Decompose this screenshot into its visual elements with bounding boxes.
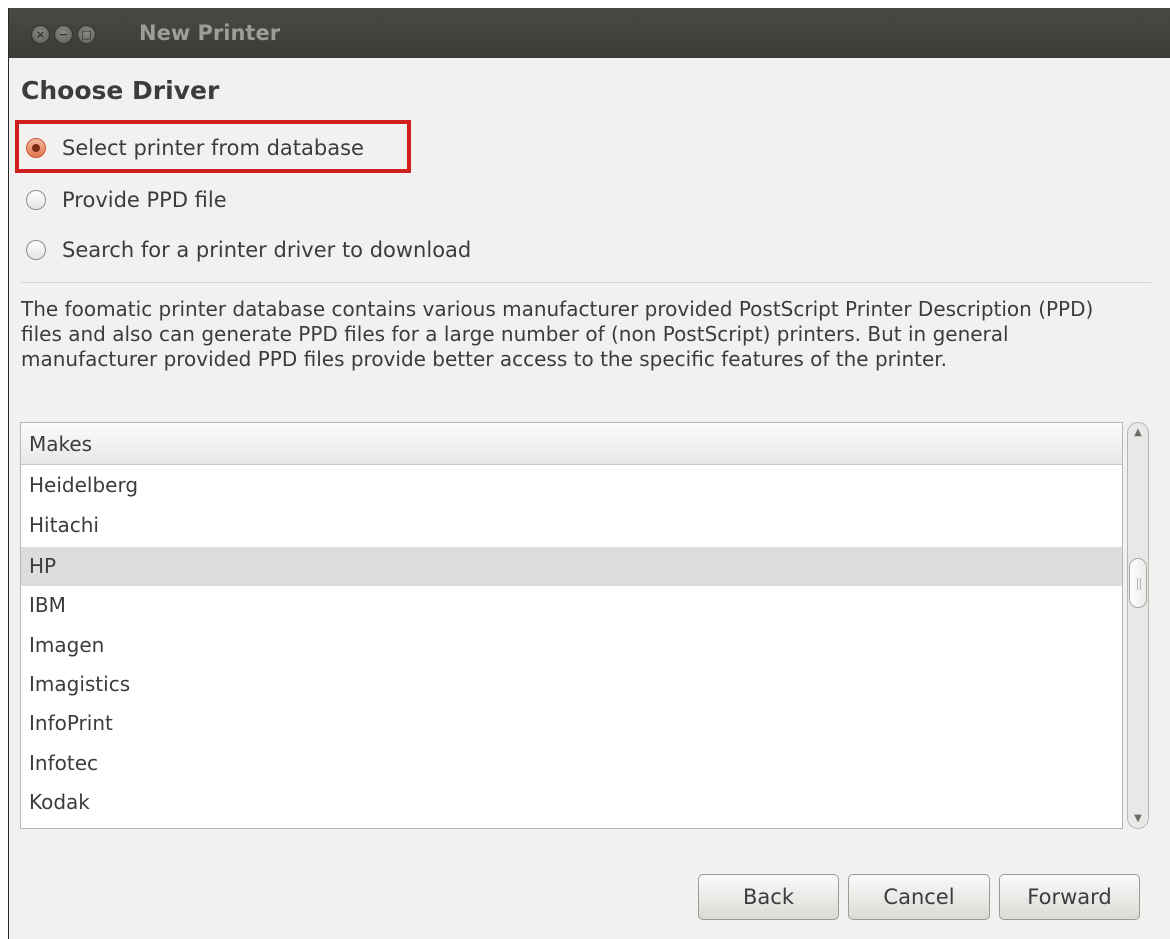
makes-column-header[interactable]: Makes xyxy=(21,423,1122,465)
list-item[interactable]: Imagistics xyxy=(21,665,1122,704)
list-item[interactable]: Infotec xyxy=(21,744,1122,783)
radio-unchecked-icon[interactable] xyxy=(26,240,46,260)
list-item[interactable]: Kodak xyxy=(21,783,1122,822)
scroll-up-arrow-icon[interactable]: ▲ xyxy=(1128,427,1148,438)
grip-icon xyxy=(1137,578,1141,590)
minimize-window-icon[interactable]: − xyxy=(54,25,73,44)
makes-list[interactable]: Makes Heidelberg Hitachi HP IBM Imagen I… xyxy=(20,422,1123,829)
radio-label: Search for a printer driver to download xyxy=(62,238,472,262)
makes-scrollbar[interactable]: ▲ ▼ xyxy=(1127,422,1149,829)
close-window-icon[interactable]: × xyxy=(31,25,50,44)
list-item-selected[interactable]: HP xyxy=(21,547,1122,586)
divider xyxy=(21,282,1151,283)
scroll-down-arrow-icon[interactable]: ▼ xyxy=(1128,813,1148,824)
radio-unchecked-icon[interactable] xyxy=(26,190,46,210)
window-title: New Printer xyxy=(139,21,281,45)
list-item[interactable]: Heidelberg xyxy=(21,466,1122,505)
list-item[interactable]: Imagen xyxy=(21,626,1122,665)
radio-label: Provide PPD file xyxy=(62,188,227,212)
cancel-button[interactable]: Cancel xyxy=(848,874,990,920)
scrollbar-thumb[interactable] xyxy=(1129,558,1147,608)
back-button[interactable]: Back xyxy=(698,874,839,920)
list-item[interactable]: Hitachi xyxy=(21,506,1122,545)
maximize-window-icon[interactable]: □ xyxy=(77,25,96,44)
radio-select-from-database[interactable]: Select printer from database xyxy=(26,133,364,163)
forward-button[interactable]: Forward xyxy=(999,874,1140,920)
list-item[interactable]: InfoPrint xyxy=(21,704,1122,743)
radio-search-driver-download[interactable]: Search for a printer driver to download xyxy=(26,235,471,265)
description-text: The foomatic printer database contains v… xyxy=(21,297,1094,371)
radio-label: Select printer from database xyxy=(62,136,364,160)
radio-checked-icon[interactable] xyxy=(26,138,46,158)
radio-provide-ppd-file[interactable]: Provide PPD file xyxy=(26,185,227,215)
list-item[interactable]: IBM xyxy=(21,586,1122,625)
title-bar: × − □ New Printer xyxy=(9,8,1170,58)
page-title: Choose Driver xyxy=(21,76,220,105)
